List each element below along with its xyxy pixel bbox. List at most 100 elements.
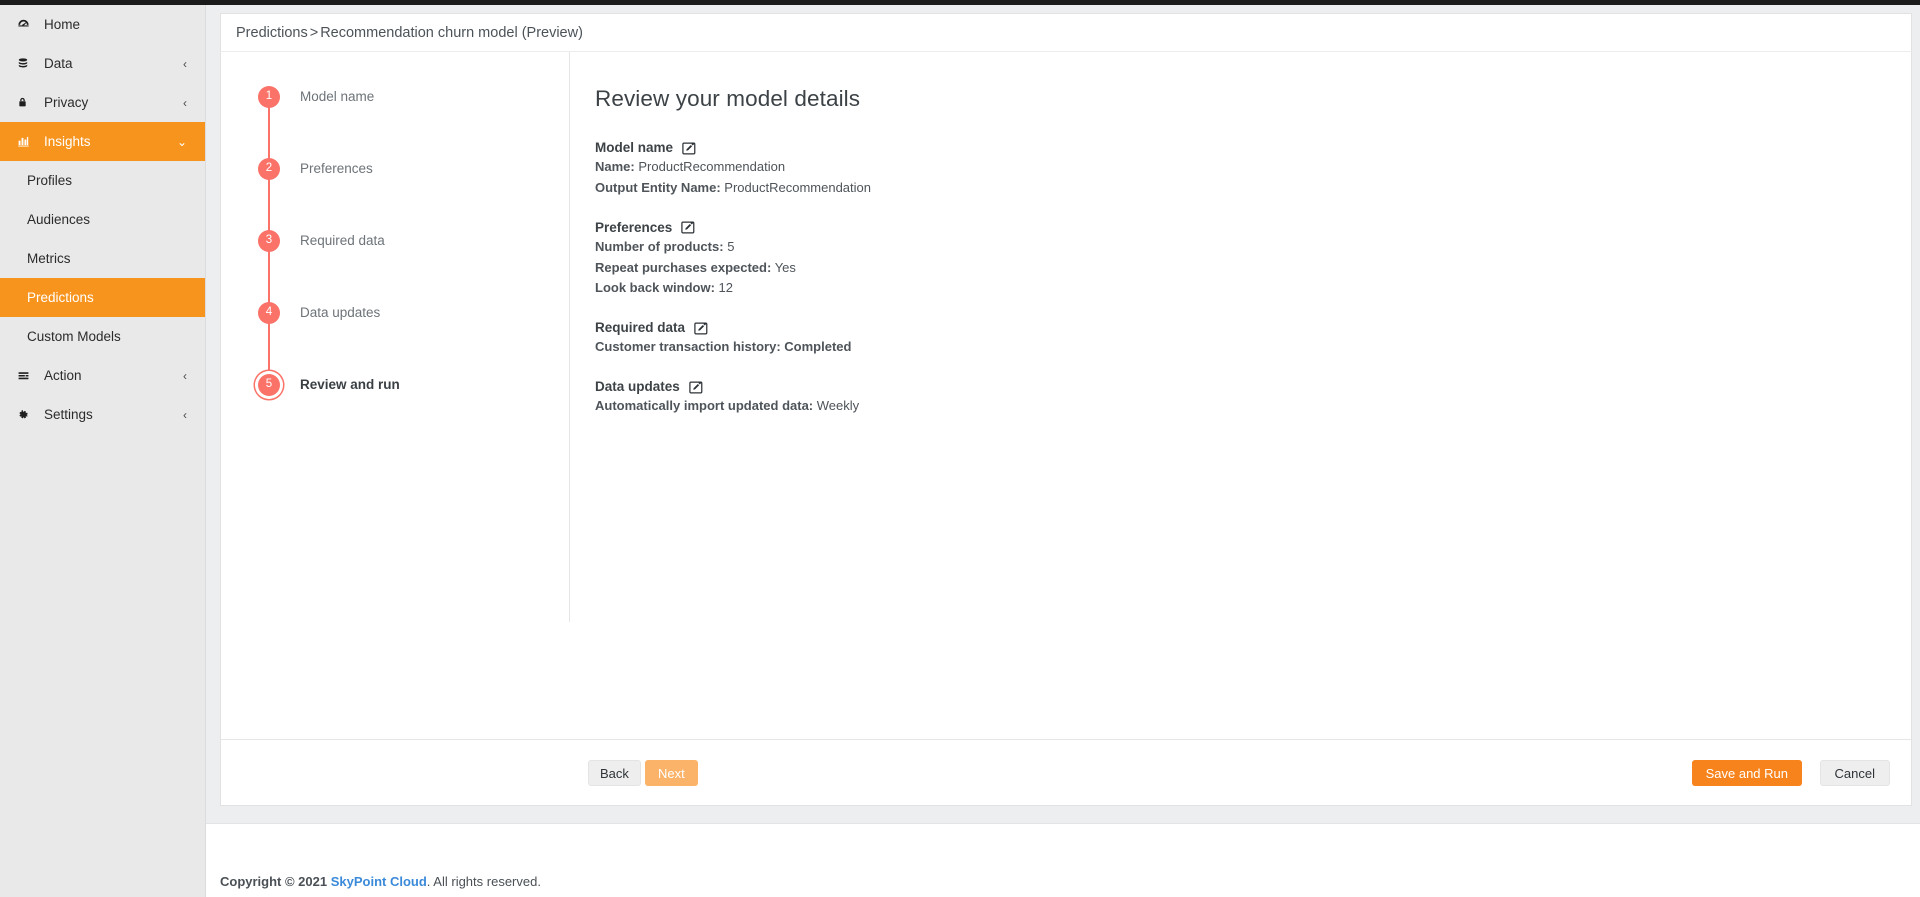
edit-pencil-icon[interactable] [681,220,696,234]
sidebar-item-profiles[interactable]: Profiles [0,161,205,200]
detail-line-key: Output Entity Name: [595,179,721,195]
wizard-step-5[interactable]: 5 Review and run [243,366,643,438]
detail-line: Output Entity Name: ProductRecommendatio… [595,179,1495,198]
detail-section-title: Data updates [595,379,680,395]
step-label: Preferences [300,161,373,176]
edit-pencil-icon[interactable] [689,380,704,394]
sidebar-item-label: Metrics [27,251,71,266]
detail-line: Name: ProductRecommendation [595,158,1495,177]
detail-section: Required data Customer transaction histor… [595,320,1495,357]
wizard-step-3[interactable]: 3 Required data [243,222,643,314]
sidebar-item-insights[interactable]: Insights ⌄ [0,122,205,161]
cancel-button[interactable]: Cancel [1819,760,1890,786]
detail-line: Number of products: 5 [595,238,1495,257]
chart-bar-icon [17,135,37,148]
sidebar-item-action[interactable]: Action ‹ [0,356,205,395]
wizard-step-2[interactable]: 2 Preferences [243,150,643,242]
copyright-suffix: . All rights reserved. [426,874,541,889]
detail-line: Look back window: 12 [595,279,1495,298]
sidebar-item-label: Action [44,367,82,383]
brand-link[interactable]: SkyPoint Cloud [331,874,427,889]
wizard-card: 1 Model name 2 Preferences 3 Required data 4 Da… [220,51,1912,806]
wizard-step-4[interactable]: 4 Data updates [243,294,643,386]
detail-section: Data updates Automatically import updated… [595,379,1495,416]
chevron-left-icon[interactable]: ‹ [183,58,187,70]
main-content-area: Predictions > Recommendation churn model (… [206,5,1920,897]
detail-line: Automatically import updated data: Weekl… [595,397,1495,416]
sidebar-item-label: Privacy [44,94,89,110]
vertical-divider [569,52,570,622]
sidebar-item-label: Custom Models [27,329,121,344]
sidebar-item-label: Profiles [27,173,73,188]
wizard-stepper: 1 Model name 2 Preferences 3 Required data 4 Da… [243,78,643,438]
chevron-left-icon[interactable]: ‹ [183,97,187,109]
detail-line-key: Number of products: [595,238,724,254]
back-button[interactable]: Back [588,760,641,786]
detail-line-value: Weekly [816,398,860,414]
step-number-badge: 3 [258,230,280,252]
detail-section-header: Data updates [595,379,1495,394]
detail-section-title: Model name [595,140,674,155]
review-details-pane: Review your model details Model name Name… [595,86,1495,418]
detail-line-value: Yes [774,259,796,275]
detail-section-header: Required data [595,320,1495,335]
sidebar-navigation: Home Data ‹ Privacy ‹ Insights ⌄ Profiles Audien… [0,5,206,897]
detail-section-title: Required data [595,320,686,336]
sidebar-item-data[interactable]: Data ‹ [0,44,205,83]
detail-line-value: ProductRecommendation [724,179,871,195]
detail-line-key: Repeat purchases expected: [595,259,772,275]
copyright-prefix: Copyright © 2021 [220,874,328,889]
step-label: Review and run [300,377,400,392]
chevron-left-icon[interactable]: ‹ [183,370,187,382]
chevron-down-icon[interactable]: ⌄ [177,136,187,148]
wizard-step-1[interactable]: 1 Model name [243,78,643,170]
detail-section-title: Preferences [595,219,673,235]
detail-line: Repeat purchases expected: Yes [595,259,1495,278]
detail-section: Preferences Number of products: 5 Repeat p… [595,220,1495,299]
sidebar-item-custom-models[interactable]: Custom Models [0,317,205,356]
step-number-badge: 1 [258,86,280,108]
detail-line-value: 5 [727,238,735,254]
detail-line-key: Customer transaction history: [595,339,781,355]
save-and-run-button[interactable]: Save and Run [1691,760,1802,786]
sidebar-item-label: Data [44,55,73,71]
sidebar-item-privacy[interactable]: Privacy ‹ [0,83,205,122]
edit-pencil-icon[interactable] [682,141,697,155]
sidebar-item-label: Audiences [27,212,91,227]
edit-pencil-icon[interactable] [694,321,709,335]
detail-section-header: Preferences [595,220,1495,235]
sidebar-item-predictions[interactable]: Predictions [0,278,205,317]
sidebar-item-settings[interactable]: Settings ‹ [0,395,205,434]
sidebar-item-metrics[interactable]: Metrics [0,239,205,278]
detail-section-header: Model name [595,140,1495,155]
dashboard-icon [17,18,37,31]
database-icon [17,57,37,70]
page-footer: Copyright © 2021 SkyPoint Cloud. All rig… [206,823,1920,897]
step-label: Required data [300,233,385,248]
sidebar-item-audiences[interactable]: Audiences [0,200,205,239]
step-number-badge: 5 [258,374,280,396]
step-label: Data updates [300,305,381,320]
sidebar-item-label: Predictions [27,290,94,305]
step-number-badge: 4 [258,302,280,324]
breadcrumb-separator: > [309,25,319,41]
sidebar-item-label: Settings [44,406,93,422]
wizard-footer: Back Next Save and Run Cancel [221,739,1911,805]
next-button[interactable]: Next [645,760,698,786]
detail-line-key: Name: [595,159,635,174]
detail-line-value: 12 [718,280,733,296]
action-icon [17,370,37,382]
step-number-badge: 2 [258,158,280,180]
breadcrumb-current: Recommendation churn model (Preview) [320,25,583,41]
sidebar-item-label: Home [44,16,81,32]
detail-line-key: Look back window: [595,280,715,296]
breadcrumb-root[interactable]: Predictions [236,25,308,41]
lock-icon [17,96,37,109]
detail-line: Customer transaction history: Completed [595,338,1495,357]
app-page: Home Data ‹ Privacy ‹ Insights ⌄ Profiles Audien… [0,5,1920,897]
breadcrumb: Predictions > Recommendation churn model (… [236,25,583,41]
detail-section: Model name Name: ProductRecommendation Out… [595,140,1495,198]
detail-line-value: ProductRecommendation [638,159,786,174]
chevron-left-icon[interactable]: ‹ [183,409,187,421]
sidebar-item-home[interactable]: Home [0,5,205,44]
